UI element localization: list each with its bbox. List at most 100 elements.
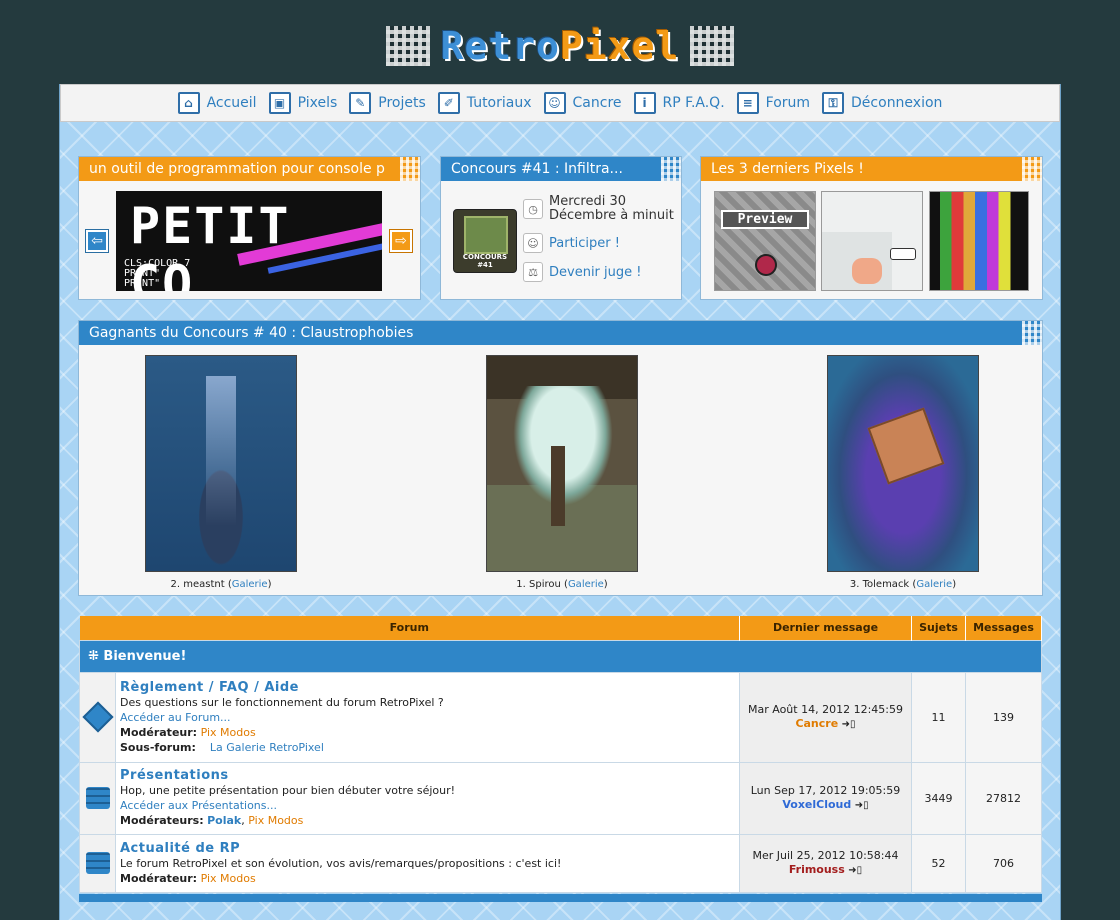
forum-access-link[interactable]: Accéder au Forum... <box>120 710 735 725</box>
nav-deconnexion[interactable]: ⚿ Déconnexion <box>822 92 942 114</box>
forum-title[interactable]: Présentations <box>120 768 735 783</box>
forum-description: Hop, une petite présentation pour bien d… <box>120 784 456 797</box>
winner-image-1[interactable] <box>486 355 638 572</box>
main-container: ⌂ Accueil ▣ Pixels ✎ Projets ✐ Tutoriaux… <box>59 84 1061 920</box>
pixel-thumb-3[interactable] <box>929 191 1029 291</box>
messages-count: 139 <box>965 671 1042 763</box>
user-icon: ☺ <box>543 92 566 114</box>
participate-link[interactable]: ☺ Participer ! <box>523 233 620 253</box>
site-logo[interactable]: Retro Pixel <box>386 22 734 70</box>
gallery-link[interactable]: Galerie <box>916 579 952 590</box>
mod-label: Modérateur: <box>120 725 198 739</box>
pencil-icon: ✎ <box>349 92 372 114</box>
nav-accueil[interactable]: ⌂ Accueil <box>177 92 257 114</box>
concours-badge[interactable]: CONCOURS #41 <box>453 209 517 273</box>
speech-bubble-icon <box>890 248 916 260</box>
last-post-user[interactable]: Cancre <box>795 717 838 730</box>
tool-panel: un outil de programmation pour console p… <box>78 156 421 300</box>
category-title[interactable]: ⁜ Bienvenue! <box>79 639 1042 673</box>
forum-title[interactable]: Règlement / FAQ / Aide <box>120 680 735 695</box>
winner-caption-1: 1. Spirou (Galerie) <box>516 579 608 590</box>
ruler-icon: ✐ <box>437 92 460 114</box>
forum-moderators: Modérateur: Pix Modos <box>120 725 735 740</box>
main-nav: ⌂ Accueil ▣ Pixels ✎ Projets ✐ Tutoriaux… <box>60 84 1060 122</box>
moderator-link[interactable]: Polak <box>207 814 241 827</box>
pixel-thumb-2[interactable] <box>821 191 923 291</box>
forum-icon-cell <box>79 833 116 893</box>
goto-post-icon[interactable]: ➜▯ <box>848 864 862 878</box>
last-post-date: Lun Sep 17, 2012 19:05:59 <box>750 783 901 797</box>
forum-description: Le forum RetroPixel et son évolution, vo… <box>120 856 562 870</box>
nav-projets[interactable]: ✎ Projets <box>349 92 426 114</box>
nav-tutoriaux[interactable]: ✐ Tutoriaux <box>437 92 532 114</box>
info-icon: i <box>633 92 656 114</box>
chat-icon: ≡ <box>736 92 759 114</box>
nav-pixels[interactable]: ▣ Pixels <box>268 92 337 114</box>
last-post-date: Mar Août 14, 2012 12:45:59 <box>748 702 903 716</box>
forum-moderators: Modérateurs: Polak, Pix Modos <box>120 814 304 827</box>
winner-image-2[interactable] <box>145 355 297 572</box>
gallery-link[interactable]: Galerie <box>232 579 268 590</box>
deadline-line2: Décembre à minuit <box>549 208 674 223</box>
winner-name: 2. meastnt <box>170 579 225 590</box>
forum-cube-icon <box>81 701 114 733</box>
concours-deadline: ◷ Mercredi 30 Décembre à minuit <box>523 195 674 223</box>
logo-retro: Retro <box>440 24 560 68</box>
forum-row: Règlement / FAQ / Aide Des questions sur… <box>79 671 1042 763</box>
forum-icon-cell <box>79 671 116 763</box>
banner-code: CLS:COLOR 7 PRINT" PRINT" <box>124 258 191 289</box>
forum-icon-cell <box>79 761 116 835</box>
forum-main-cell: Actualité de RP Le forum RetroPixel et s… <box>115 833 740 893</box>
winner-name: 3. Tolemack <box>849 579 910 590</box>
nav-forum[interactable]: ≡ Forum <box>736 92 811 114</box>
judge-link[interactable]: ⚖ Devenir juge ! <box>523 262 641 282</box>
nav-label: RP F.A.Q. <box>662 95 725 111</box>
carousel-next-button[interactable]: ⇨ <box>389 229 413 253</box>
forum-table: Forum Dernier message Sujets Messages ⁜ … <box>79 616 1042 893</box>
lock-icon: ⚿ <box>822 92 845 114</box>
forum-row: Actualité de RP Le forum RetroPixel et s… <box>79 833 1042 893</box>
gallery-link[interactable]: Galerie <box>568 579 604 590</box>
preview-label: Preview <box>721 210 809 229</box>
forum-stack-icon <box>85 787 110 809</box>
person-icon: ☺ <box>523 233 543 253</box>
last-post-user[interactable]: Frimouss <box>789 863 845 876</box>
winners-title: Gagnants du Concours # 40 : Claustrophob… <box>79 321 1042 345</box>
goto-post-icon[interactable]: ➜▯ <box>842 718 856 732</box>
winner-caption-3: 3. Tolemack (Galerie) <box>849 579 957 590</box>
topics-count: 11 <box>911 671 966 763</box>
forum-row: Présentations Hop, une petite présentati… <box>79 761 1042 835</box>
last-post-user[interactable]: VoxelCloud <box>782 798 851 811</box>
mod-label: Modérateur: <box>120 871 198 885</box>
subforum-link[interactable]: La Galerie RetroPixel <box>210 741 324 754</box>
nav-label: Forum <box>765 95 811 111</box>
forum-header-row: Forum Dernier message Sujets Messages <box>79 616 1042 640</box>
nav-cancre[interactable]: ☺ Cancre <box>543 92 622 114</box>
moderator-link[interactable]: Pix Modos <box>201 872 256 885</box>
participate-label: Participer ! <box>549 235 620 251</box>
category-row: ⁜ Bienvenue! <box>79 639 1042 673</box>
winner-image-3[interactable] <box>827 355 979 572</box>
carousel-prev-button[interactable]: ⇦ <box>85 229 109 253</box>
nav-label: Cancre <box>572 95 622 111</box>
nav-label: Déconnexion <box>851 95 943 111</box>
moderator-link[interactable]: Pix Modos <box>248 814 303 827</box>
nav-faq[interactable]: i RP F.A.Q. <box>633 92 725 114</box>
moderator-link[interactable]: Pix Modos <box>201 726 256 739</box>
forum-access-link[interactable]: Accéder aux Présentations... <box>120 798 735 813</box>
pixel-thumb-preview[interactable]: Preview <box>714 191 816 291</box>
goto-post-icon[interactable]: ➜▯ <box>855 799 869 813</box>
nav-label: Projets <box>378 95 426 111</box>
winner-name: 1. Spirou <box>516 579 561 590</box>
topics-count: 52 <box>911 833 966 893</box>
judge-icon: ⚖ <box>523 262 543 282</box>
subforum-label: Sous-forum: <box>120 740 196 754</box>
tool-banner-image[interactable]: PETIT CO CLS:COLOR 7 PRINT" PRINT" <box>116 191 382 291</box>
forum-description: Des questions sur le fonctionnement du f… <box>120 695 444 709</box>
forum-title[interactable]: Actualité de RP <box>120 841 735 856</box>
home-icon: ⌂ <box>177 92 200 114</box>
plus-icon: ⁜ <box>88 648 104 664</box>
messages-count: 706 <box>965 833 1042 893</box>
clock-icon: ◷ <box>523 199 543 219</box>
forum-moderators: Modérateur: Pix Modos <box>120 871 735 886</box>
